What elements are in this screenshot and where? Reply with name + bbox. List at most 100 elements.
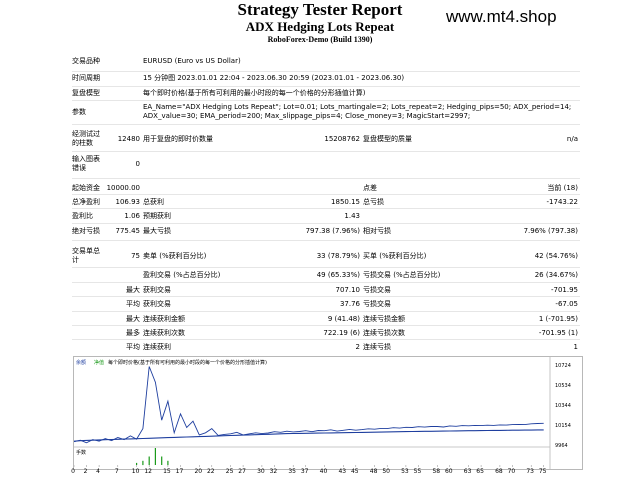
avg-cons-wins-label: 连续获利 xyxy=(143,343,171,351)
avg-cons-label: 平均 xyxy=(126,343,140,351)
profit-factor-label: 盈利比 xyxy=(72,212,93,220)
avg-cons-wins-value: 2 xyxy=(355,343,360,351)
profit-factor-value: 1.06 xyxy=(124,212,140,220)
y-tick-label: 10344 xyxy=(555,403,571,409)
row-divider xyxy=(72,71,580,72)
short-label: 卖单 (%获利百分比) xyxy=(143,252,207,260)
expected-payoff-value: 1.43 xyxy=(344,212,360,220)
maximal-label: 最多 xyxy=(126,329,140,337)
x-tick-label: 50 xyxy=(382,468,390,475)
avg-cons-losses-label: 连续亏损 xyxy=(363,343,391,351)
total-trades-label-2: 计 xyxy=(72,256,79,264)
maximal-cons-loss-label: 连续亏损次数 xyxy=(363,329,405,337)
row-divider xyxy=(72,124,580,125)
symbol-value: EURUSD (Euro vs US Dollar) xyxy=(143,57,241,65)
x-tick-label: 73 xyxy=(526,468,534,475)
max-cons-losses-value: 1 (-701.95) xyxy=(538,315,578,323)
maximal-cons-loss-value: -701.95 (1) xyxy=(538,329,578,337)
loss-trades-value: 26 (34.67%) xyxy=(534,271,578,279)
bars-label-1: 经测试过 xyxy=(72,130,100,138)
x-tick-label: 12 xyxy=(144,468,152,475)
long-value: 42 (54.76%) xyxy=(534,252,578,260)
maximal-cons-profit-label: 连续获利次数 xyxy=(143,329,185,337)
short-value: 33 (78.79%) xyxy=(316,252,360,260)
brand-link[interactable]: www.mt4.shop xyxy=(446,7,557,27)
gross-loss-value: -1743.22 xyxy=(546,198,578,206)
params-label: 参数 xyxy=(72,108,86,116)
x-tick-label: 60 xyxy=(444,468,453,475)
row-divider xyxy=(72,325,580,326)
x-tick-label: 68 xyxy=(495,468,503,475)
gross-loss-label: 总亏损 xyxy=(363,198,384,206)
x-tick-label: 43 xyxy=(338,468,347,475)
lots-bar xyxy=(167,460,169,466)
symbol-label: 交易品种 xyxy=(72,57,100,65)
loss-trades-label: 亏损交易 (%占总百分比) xyxy=(363,271,441,279)
errors-value: 0 xyxy=(135,160,140,168)
spread-value: 当前 (18) xyxy=(547,184,578,192)
profit-trades-label: 盈利交易 (%占总百分比) xyxy=(143,271,221,279)
abs-drawdown-value: 775.45 xyxy=(115,227,141,235)
row-divider xyxy=(72,339,580,340)
total-trades-value: 75 xyxy=(131,252,140,260)
net-profit-label: 总净盈利 xyxy=(72,198,100,206)
x-tick-label: 53 xyxy=(401,468,409,475)
equity-line xyxy=(73,366,544,444)
x-tick-labels: 0 2 4 7 10 12 15 17 20 22 25 27 30 32 35 37 40 43 45 48 50 53… xyxy=(71,468,583,478)
lots-bar xyxy=(142,460,144,466)
x-tick-label: 70 xyxy=(507,468,516,475)
x-tick-label: 48 xyxy=(369,468,378,475)
average-profit-label: 获利交易 xyxy=(143,300,171,308)
lots-bar xyxy=(154,448,156,465)
max-cons-losses-label: 连续亏损金额 xyxy=(363,315,405,323)
x-tick-label: 17 xyxy=(175,468,184,475)
long-label: 买单 (%获利百分比) xyxy=(363,252,427,260)
x-tick-label: 25 xyxy=(225,468,234,475)
row-divider xyxy=(72,178,580,179)
x-tick-label: 63 xyxy=(463,468,472,475)
x-tick-label: 22 xyxy=(206,468,215,475)
row-divider xyxy=(72,311,580,312)
x-tick-label: 32 xyxy=(269,468,278,475)
abs-drawdown-label: 绝对亏损 xyxy=(72,227,100,235)
avg-cons-losses-value: 1 xyxy=(573,343,578,351)
x-tick-label: 35 xyxy=(288,468,296,475)
x-tick-label: 20 xyxy=(194,468,203,475)
row-divider xyxy=(72,100,580,101)
server-build: RoboForex-Demo (Build 1390) xyxy=(267,35,373,44)
row-divider xyxy=(72,240,580,241)
x-tick-label: 0 xyxy=(71,468,75,475)
bars-value: 12480 xyxy=(117,135,140,143)
row-divider xyxy=(72,208,580,209)
row-divider xyxy=(72,282,580,283)
errors-label-1: 输入图表 xyxy=(72,155,100,163)
lots-bar xyxy=(148,456,150,465)
gross-profit-value: 1850.15 xyxy=(331,198,360,206)
average-loss-value: -67.05 xyxy=(555,300,578,308)
period-label: 时间周期 xyxy=(72,74,100,82)
bars-label-2: 的柱数 xyxy=(72,139,93,147)
quality-label: 复盘模型的质量 xyxy=(363,135,412,143)
x-tick-label: 7 xyxy=(114,468,119,475)
largest-loss-label: 亏损交易 xyxy=(363,286,391,294)
x-tick-label: 2 xyxy=(83,468,88,475)
row-divider xyxy=(72,194,580,195)
chart-caption: 每个即时价格(基于所有可利用的最小时段的每一个价格的分形插值计算) xyxy=(108,359,267,366)
max-drawdown-label: 最大亏损 xyxy=(143,227,171,235)
initial-deposit-label: 起始资金 xyxy=(72,184,100,192)
model-label: 复盘模型 xyxy=(72,89,100,97)
period-value: 15 分钟图 2023.01.01 22:04 - 2023.06.30 20:… xyxy=(143,74,405,82)
x-tick-label: 15 xyxy=(163,468,171,475)
largest-profit-label: 获利交易 xyxy=(143,286,171,294)
profit-trades-value: 49 (65.33%) xyxy=(316,271,360,279)
y-tick-label: 10724 xyxy=(555,363,571,369)
row-divider xyxy=(72,151,580,152)
total-trades-label-1: 交易单总 xyxy=(72,247,100,255)
errors-label-2: 错误 xyxy=(72,164,86,172)
y-tick-label: 10534 xyxy=(555,383,571,389)
quality-value: n/a xyxy=(566,135,578,143)
row-divider xyxy=(72,296,580,297)
row-divider xyxy=(72,86,580,87)
largest-loss-value: -701.95 xyxy=(550,286,578,294)
lots-bar xyxy=(161,456,163,465)
